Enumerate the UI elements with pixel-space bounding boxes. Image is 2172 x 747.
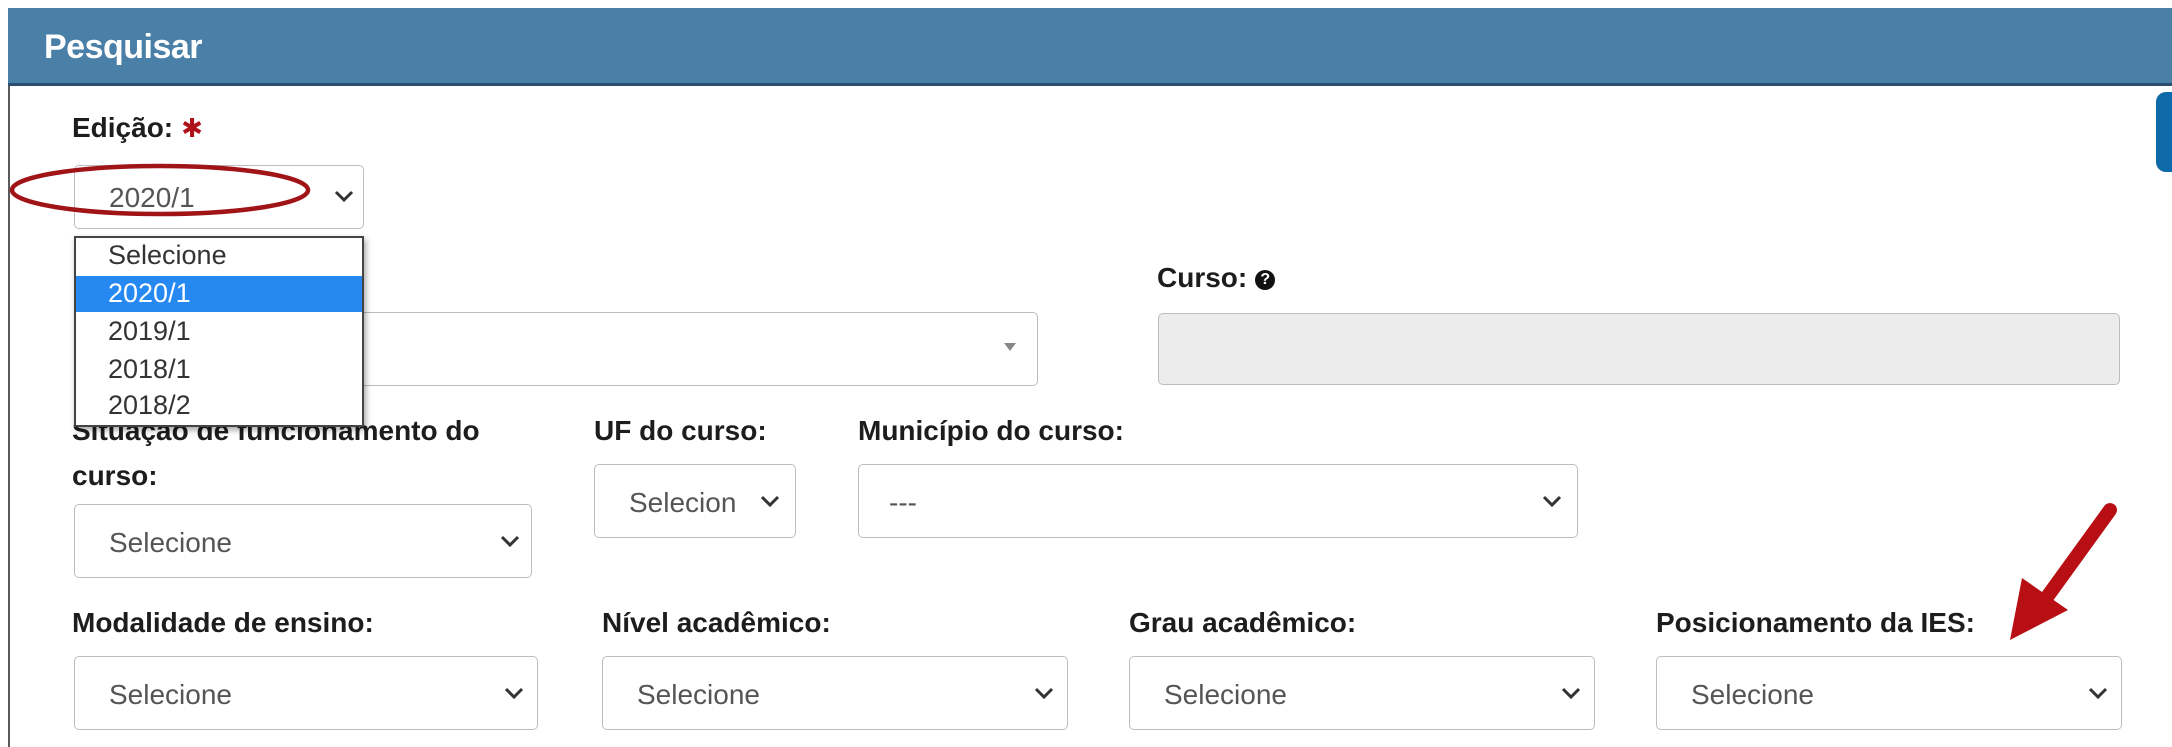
highlight-ellipse	[9, 163, 311, 217]
chevron-down-icon	[333, 188, 361, 208]
dropdown-option[interactable]: Selecione	[76, 238, 362, 274]
situacao-select[interactable]: Selecione	[74, 504, 532, 578]
posicionamento-select[interactable]: Selecione	[1656, 656, 2122, 730]
dropdown-option-selected[interactable]: 2020/1	[76, 276, 362, 312]
caret-down-icon	[1003, 341, 1031, 361]
situacao-select-value: Selecione	[109, 527, 232, 558]
chevron-down-icon	[499, 533, 527, 553]
posicionamento-label: Posicionamento da IES:	[1656, 607, 1975, 638]
posicionamento-select-value: Selecione	[1691, 679, 1814, 710]
panel-header: Pesquisar	[8, 8, 2172, 86]
dropdown-option[interactable]: 2018/1	[76, 352, 362, 388]
grau-select[interactable]: Selecione	[1129, 656, 1595, 730]
uf-select-value: Selecion	[629, 487, 737, 518]
curso-input[interactable]	[1158, 313, 2120, 385]
uf-select[interactable]: Selecion	[594, 464, 796, 538]
modalidade-select-value: Selecione	[109, 679, 232, 710]
chevron-down-icon	[503, 685, 531, 705]
chevron-down-icon	[2087, 685, 2115, 705]
search-panel: Pesquisar Edição: ✱ 2020/1 Curso:? Situaç…	[0, 0, 2172, 747]
edicao-label-text: Edição:	[72, 112, 174, 143]
municipio-label: Município do curso:	[858, 415, 1124, 446]
chevron-down-icon	[1560, 685, 1588, 705]
pointer-arrow-icon	[2010, 503, 2117, 640]
situacao-label-line2: curso:	[72, 460, 158, 491]
dropdown-option[interactable]: 2018/2	[76, 388, 362, 424]
edge-button[interactable]	[2156, 92, 2172, 172]
municipio-select-value: ---	[889, 487, 917, 518]
grau-select-value: Selecione	[1164, 679, 1287, 710]
grau-label: Grau acadêmico:	[1129, 607, 1357, 638]
chevron-down-icon	[759, 493, 787, 513]
uf-label: UF do curso:	[594, 415, 767, 446]
chevron-down-icon	[1541, 493, 1569, 513]
modalidade-select[interactable]: Selecione	[74, 656, 538, 730]
curso-label: Curso:?	[1157, 262, 1276, 294]
dropdown-option[interactable]: 2019/1	[76, 314, 362, 350]
chevron-down-icon	[1033, 685, 1061, 705]
nivel-select[interactable]: Selecione	[602, 656, 1068, 730]
panel-title: Pesquisar	[44, 28, 203, 66]
curso-label-text: Curso:	[1157, 262, 1248, 293]
municipio-select[interactable]: ---	[858, 464, 1578, 538]
modalidade-label: Modalidade de ensino:	[72, 607, 374, 638]
edicao-dropdown-list: Selecione 2020/1 2019/1 2018/1 2018/2	[74, 236, 364, 427]
question-circle-icon[interactable]: ?	[1255, 269, 1276, 290]
required-icon: ✱	[181, 113, 203, 143]
nivel-select-value: Selecione	[637, 679, 760, 710]
edicao-label: Edição: ✱	[72, 112, 203, 144]
nivel-label: Nível acadêmico:	[602, 607, 831, 638]
